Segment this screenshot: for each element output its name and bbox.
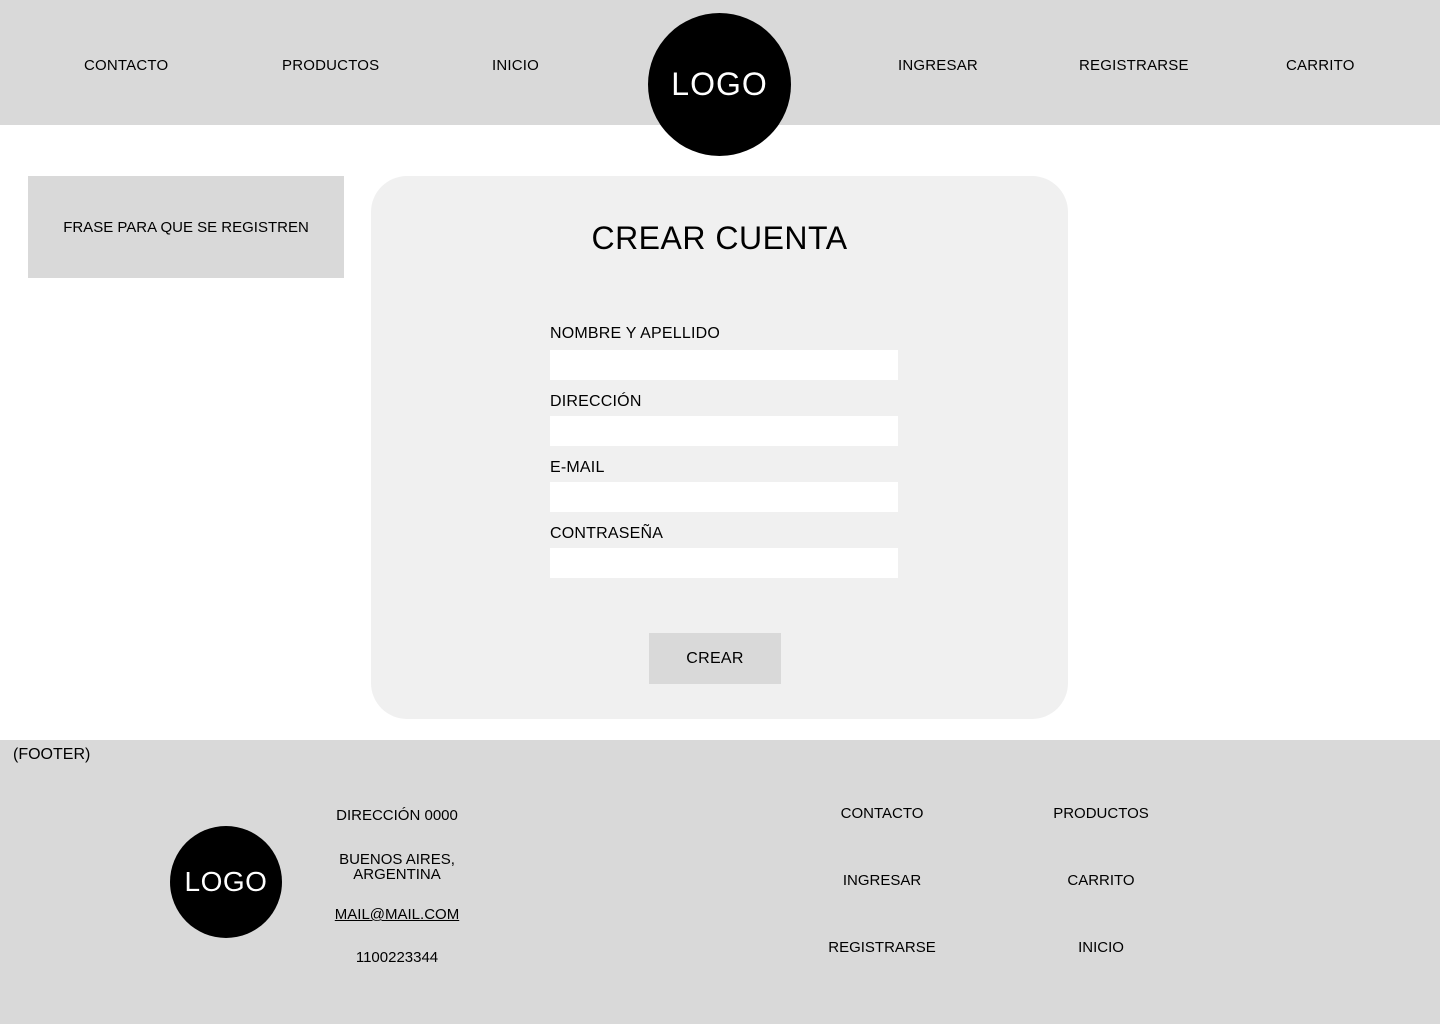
header-logo[interactable]: LOGO [648, 13, 791, 156]
footer-logo: LOGO [170, 826, 282, 938]
footer-city-line2: ARGENTINA [353, 866, 441, 883]
register-phrase-text: FRASE PARA QUE SE REGISTREN [63, 218, 309, 236]
nav-contacto-link[interactable]: CONTACTO [84, 57, 168, 74]
email-input[interactable] [550, 482, 898, 512]
address-label: DIRECCIÓN [550, 393, 642, 410]
footer-carrito-link[interactable]: CARRITO [1021, 872, 1181, 889]
nav-registrarse-link[interactable]: REGISTRARSE [1079, 57, 1189, 74]
footer-phone: 1100223344 [355, 949, 439, 966]
footer-address: DIRECCIÓN 0000 [336, 807, 458, 824]
name-input[interactable] [550, 350, 898, 380]
crear-button[interactable]: CREAR [649, 633, 781, 684]
footer-productos-link[interactable]: PRODUCTOS [1021, 805, 1181, 822]
nav-inicio-link[interactable]: INICIO [492, 57, 539, 74]
footer-contacto-link[interactable]: CONTACTO [802, 805, 962, 822]
create-account-card: CREAR CUENTA NOMBRE Y APELLIDO DIRECCIÓN… [371, 176, 1068, 719]
password-input[interactable] [550, 548, 898, 578]
footer-email-link[interactable]: MAIL@MAIL.COM [335, 906, 459, 923]
address-input[interactable] [550, 416, 898, 446]
nav-carrito-link[interactable]: CARRITO [1286, 57, 1355, 74]
register-phrase-box: FRASE PARA QUE SE REGISTREN [28, 176, 344, 278]
footer-inicio-link[interactable]: INICIO [1021, 939, 1181, 956]
nav-ingresar-link[interactable]: INGRESAR [898, 57, 978, 74]
password-label: CONTRASEÑA [550, 525, 664, 542]
email-label: E-MAIL [550, 459, 605, 476]
footer-ingresar-link[interactable]: INGRESAR [802, 872, 962, 889]
nav-productos-link[interactable]: PRODUCTOS [282, 57, 379, 74]
page: CONTACTO PRODUCTOS INICIO INGRESAR REGIS… [0, 0, 1440, 1024]
name-label: NOMBRE Y APELLIDO [550, 325, 720, 342]
footer-city-line1: BUENOS AIRES, [339, 851, 455, 868]
footer-tag: (FOOTER) [13, 746, 91, 763]
footer-registrarse-link[interactable]: REGISTRARSE [802, 939, 962, 956]
form-title: CREAR CUENTA [591, 220, 848, 256]
footer: (FOOTER) LOGO DIRECCIÓN 0000 BUENOS AIRE… [0, 740, 1440, 1024]
